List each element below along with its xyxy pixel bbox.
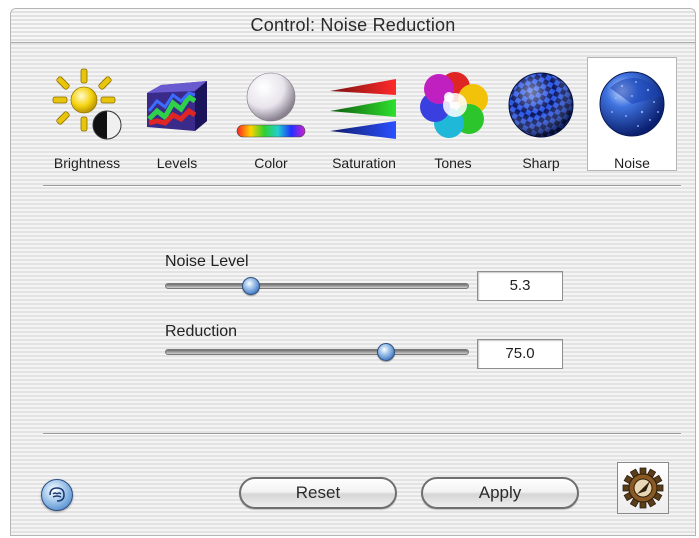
title-bar[interactable]: Control: Noise Reduction [11, 9, 695, 43]
top-divider [43, 185, 681, 187]
help-icon [49, 487, 65, 502]
sharp-icon [508, 72, 574, 138]
tool-tones[interactable]: Tones [415, 61, 491, 171]
noise-reduction-window: Control: Noise Reduction Brightness Leve… [10, 8, 696, 536]
tool-noise-label: Noise [614, 155, 650, 171]
tool-saturation[interactable]: Saturation [315, 61, 413, 171]
levels-icon [147, 81, 207, 131]
reduction-slider-thumb[interactable] [377, 343, 396, 361]
tool-levels[interactable]: Levels [137, 61, 217, 171]
tool-noise[interactable]: Noise [587, 57, 677, 171]
apply-button[interactable]: Apply [421, 477, 579, 509]
color-icon [236, 72, 306, 138]
reduction-label: Reduction [165, 323, 238, 340]
tool-color-label: Color [254, 155, 288, 171]
settings-button[interactable] [617, 462, 669, 514]
tool-sharp[interactable]: Sharp [501, 61, 581, 171]
noise-level-slider-thumb[interactable] [241, 277, 260, 295]
tool-brightness[interactable]: Brightness [43, 61, 131, 171]
saturation-icon [330, 79, 396, 139]
reset-button[interactable]: Reset [239, 477, 397, 509]
noise-icon [599, 71, 665, 137]
window-title: Control: Noise Reduction [250, 15, 456, 35]
gear-icon [622, 467, 664, 509]
help-button[interactable] [41, 479, 73, 511]
noise-level-slider[interactable] [165, 277, 469, 295]
reduction-value-field[interactable]: 75.0 [477, 339, 563, 369]
tool-sharp-label: Sharp [522, 155, 560, 171]
tool-tones-label: Tones [434, 155, 472, 171]
noise-level-value-field[interactable]: 5.3 [477, 271, 563, 301]
tool-levels-label: Levels [156, 155, 198, 171]
control-toolbar: Brightness Levels Color Saturation Tones… [11, 49, 695, 171]
tones-icon [420, 72, 488, 138]
tool-saturation-label: Saturation [332, 155, 396, 171]
tool-color[interactable]: Color [229, 61, 313, 171]
bottom-divider [43, 433, 681, 435]
tool-brightness-label: Brightness [53, 155, 121, 171]
reduction-slider[interactable] [165, 343, 469, 361]
brightness-icon [52, 68, 122, 140]
noise-level-label: Noise Level [165, 253, 249, 270]
